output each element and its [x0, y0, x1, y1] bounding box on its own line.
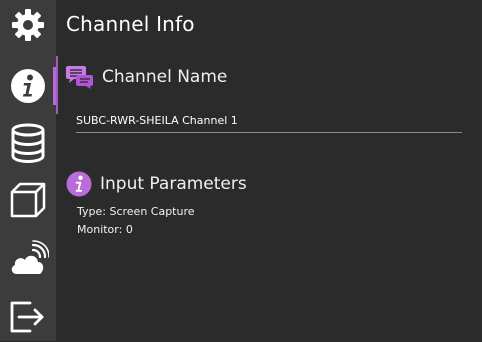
main-panel: Channel Info Channel Name Input Paramete… [56, 0, 482, 341]
input-parameters-header: Input Parameters [66, 171, 247, 197]
sidebar-item-info[interactable] [0, 61, 56, 111]
sidebar [0, 0, 56, 341]
channel-name-heading: Channel Name [102, 67, 228, 87]
chat-bubbles-icon [66, 66, 93, 89]
sidebar-item-exit[interactable] [0, 292, 56, 342]
input-parameters-heading: Input Parameters [100, 174, 247, 194]
page-title: Channel Info [66, 12, 195, 36]
monitor-value: Monitor: 0 [77, 223, 133, 236]
info-icon [11, 69, 45, 103]
channel-name-header: Channel Name [66, 64, 227, 90]
exit-icon [10, 301, 44, 333]
type-value: Type: Screen Capture [77, 205, 195, 218]
database-icon [11, 123, 45, 164]
sidebar-item-cube[interactable] [0, 175, 56, 225]
sidebar-item-database[interactable] [0, 118, 56, 168]
sidebar-item-cloud[interactable] [0, 234, 56, 284]
sidebar-item-settings[interactable] [0, 0, 56, 50]
cloud-broadcast-icon [11, 240, 49, 274]
gear-icon [12, 9, 44, 41]
section-accent-bar [56, 56, 58, 114]
info-circle-icon [66, 171, 92, 197]
cube-icon [10, 182, 46, 218]
channel-name-input[interactable] [76, 110, 462, 133]
